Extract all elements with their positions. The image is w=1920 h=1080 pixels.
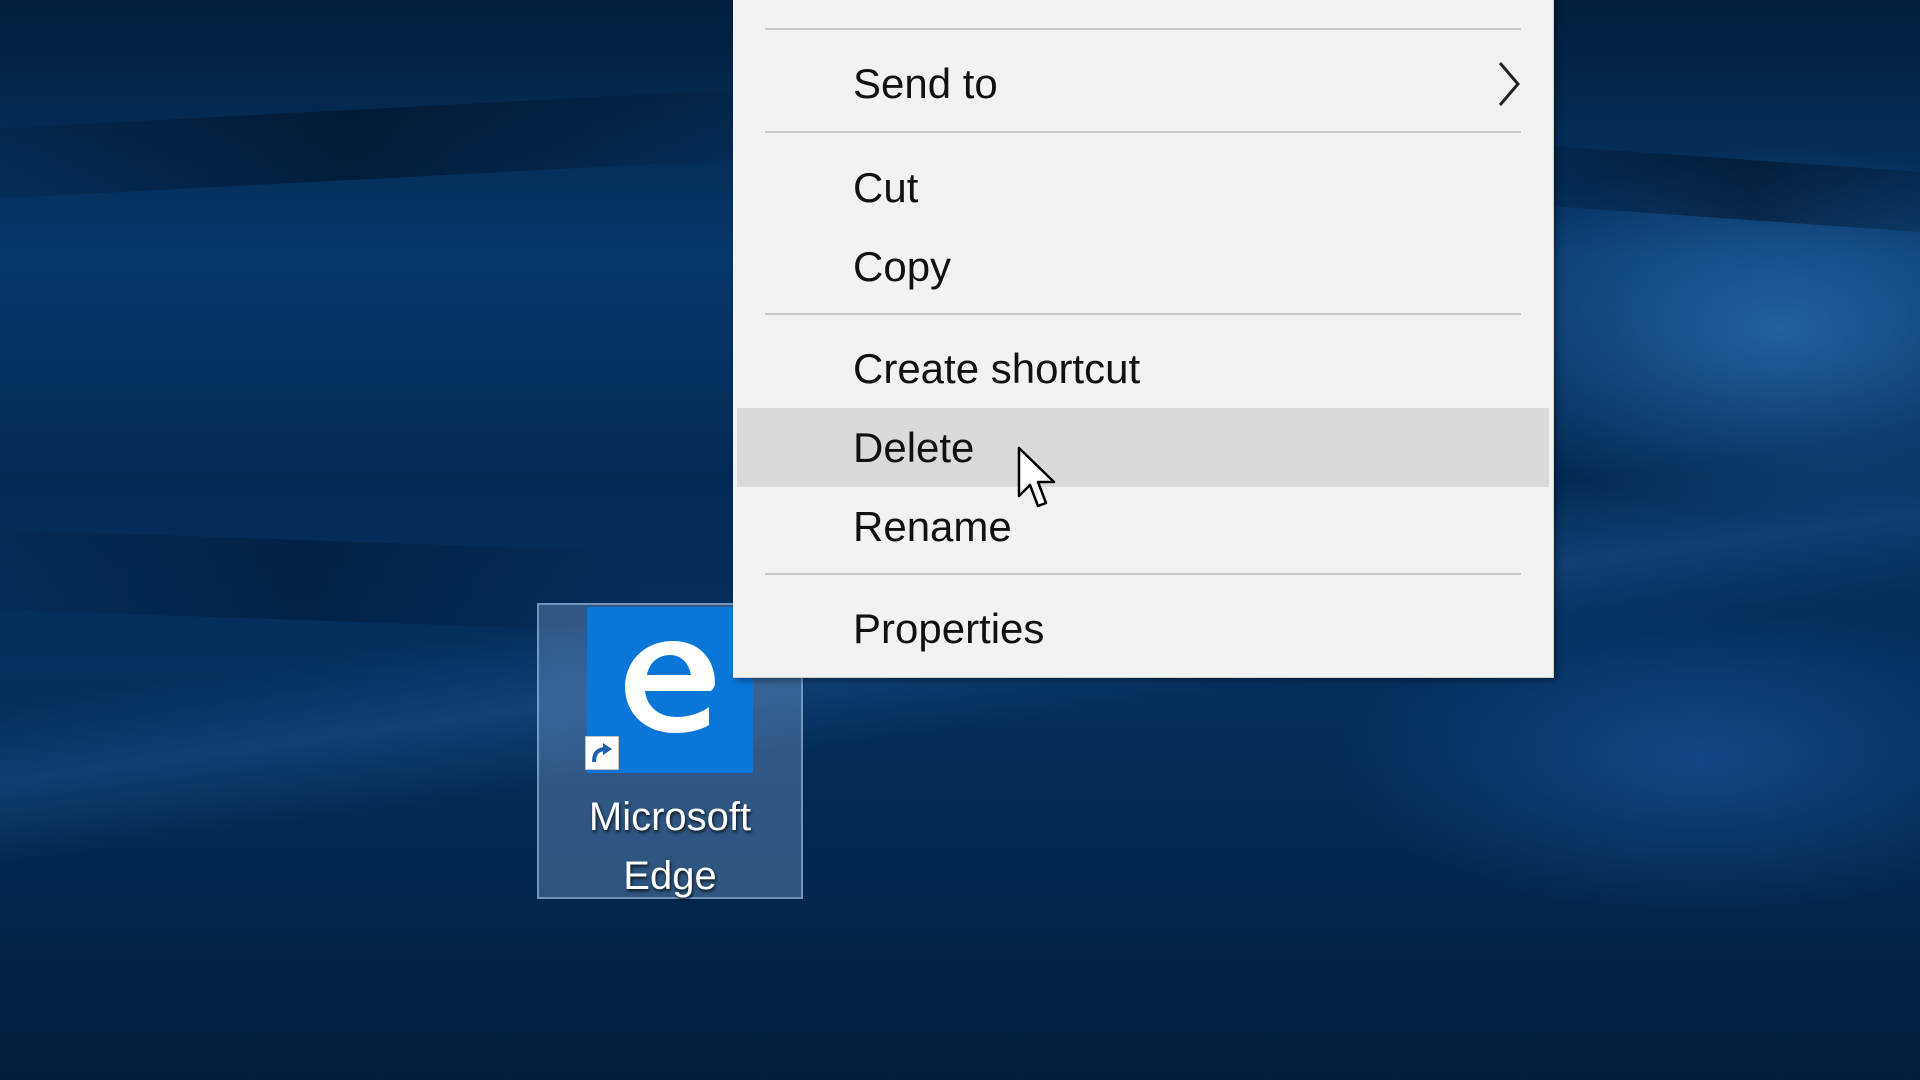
menu-item-rename[interactable]: Rename (737, 487, 1549, 566)
menu-item-label: Copy (853, 242, 952, 290)
chevron-right-icon (1498, 61, 1520, 106)
menu-item-cut[interactable]: Cut (737, 148, 1549, 227)
menu-item-copy[interactable]: Copy (737, 227, 1549, 306)
menu-item-create-shortcut[interactable]: Create shortcut (737, 329, 1549, 408)
menu-item-delete[interactable]: Delete (737, 408, 1549, 487)
menu-item-label: Rename (853, 502, 1012, 550)
menu-item-label: Create shortcut (853, 344, 1141, 392)
context-menu: Send to Cut Copy Create shortcut Delete … (733, 0, 1554, 678)
menu-separator (765, 573, 1521, 575)
desktop-icon-label: Microsoft Edge (539, 788, 801, 906)
menu-item-label: Cut (853, 163, 919, 211)
menu-separator (765, 28, 1521, 30)
arrow-cursor-icon (1017, 446, 1056, 508)
menu-item-label: Delete (853, 423, 975, 471)
menu-separator (765, 313, 1521, 315)
menu-item-properties[interactable]: Properties (737, 589, 1549, 668)
menu-separator (765, 131, 1521, 133)
menu-item-send-to[interactable]: Send to (737, 44, 1549, 123)
shortcut-arrow-icon (584, 735, 620, 771)
desktop-icon-label-line1: Microsoft (588, 795, 752, 839)
menu-item-label: Properties (853, 604, 1045, 652)
wallpaper-band (0, 86, 802, 204)
menu-item-label: Send to (853, 59, 998, 107)
desktop-icon-label-line2: Edge (623, 854, 717, 898)
